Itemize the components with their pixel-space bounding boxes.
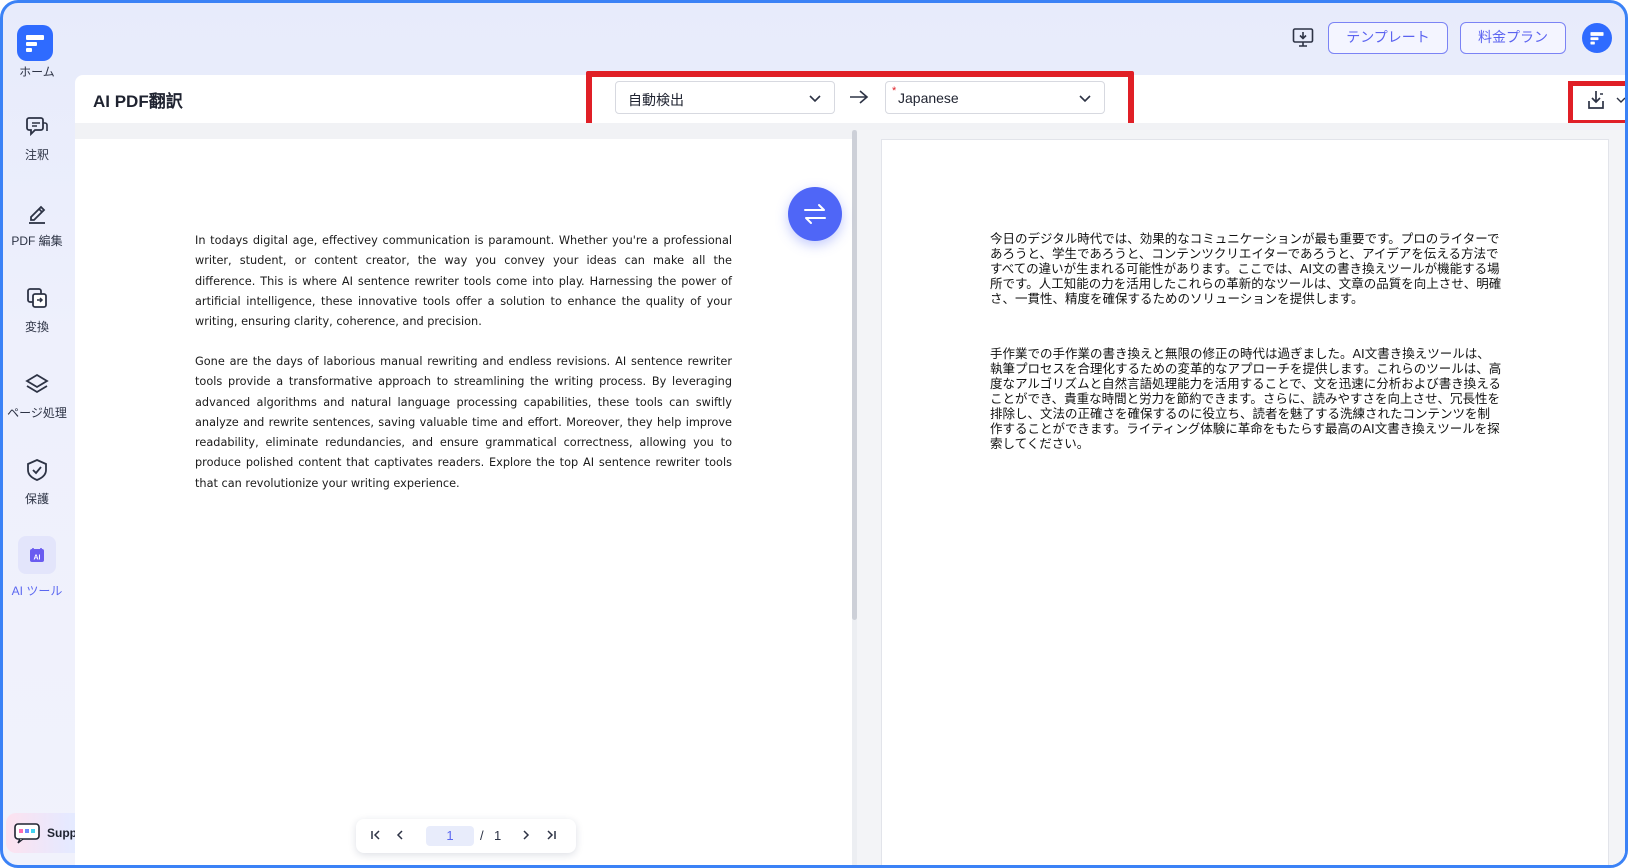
sidebar-item-label: 変換 bbox=[24, 320, 49, 334]
page-separator: / bbox=[480, 828, 484, 843]
layers-icon bbox=[25, 373, 49, 394]
source-paragraph: In todays digital age, effectivey commun… bbox=[195, 234, 732, 329]
download-chevron-icon[interactable] bbox=[1616, 95, 1626, 105]
avatar[interactable] bbox=[1582, 23, 1612, 53]
logo-icon bbox=[26, 35, 44, 52]
last-page-icon[interactable] bbox=[545, 829, 557, 841]
swap-icon bbox=[804, 204, 826, 224]
sidebar-item-ai-tools[interactable]: AI AI ツール bbox=[3, 536, 71, 599]
page-title: AI PDF翻訳 bbox=[93, 92, 183, 111]
next-page-icon[interactable] bbox=[520, 829, 532, 841]
sidebar-item-page-processing[interactable]: ページ処理 bbox=[3, 370, 71, 421]
annotate-icon bbox=[26, 117, 48, 137]
source-paragraph: Gone are the days of laborious manual re… bbox=[195, 355, 732, 490]
translated-paragraph: 手作業での手作業の書き換えと無限の修正の時代は過ぎました。AI文書き換えツールは… bbox=[990, 346, 1502, 451]
user-logo-icon bbox=[1590, 32, 1604, 45]
svg-text:AI: AI bbox=[34, 555, 41, 562]
app-logo[interactable] bbox=[17, 25, 53, 61]
edit-pen-icon bbox=[29, 205, 46, 224]
convert-icon bbox=[27, 288, 47, 308]
download-icon[interactable] bbox=[1584, 88, 1608, 112]
pricing-button[interactable]: 料金プラン bbox=[1460, 22, 1566, 54]
total-pages: 1 bbox=[494, 828, 502, 843]
left-sidebar: ホーム 注釈 PDF 編集 変換 ページ処理 保護 AI AI ツール Supp… bbox=[3, 3, 108, 865]
swap-languages-button[interactable] bbox=[788, 187, 842, 241]
page-number-input[interactable]: 1 bbox=[426, 826, 474, 846]
prev-page-icon[interactable] bbox=[394, 829, 406, 841]
sidebar-item-label: PDF 編集 bbox=[11, 234, 63, 248]
sidebar-item-label: 注釈 bbox=[24, 148, 49, 162]
desktop-download-icon[interactable] bbox=[1292, 27, 1314, 49]
chat-support-icon bbox=[14, 823, 40, 844]
ai-tool-icon-box: AI bbox=[18, 536, 56, 574]
ai-tool-icon: AI bbox=[30, 548, 44, 562]
language-highlight-box bbox=[586, 71, 1134, 130]
first-page-icon[interactable] bbox=[370, 829, 382, 841]
template-button[interactable]: テンプレート bbox=[1328, 22, 1448, 54]
sidebar-item-label: AI ツール bbox=[11, 584, 63, 598]
sidebar-item-convert[interactable]: 変換 bbox=[3, 284, 71, 335]
sidebar-item-label: 保護 bbox=[24, 492, 49, 506]
home-label[interactable]: ホーム bbox=[3, 63, 71, 80]
translated-paragraph: 今日のデジタル時代では、効果的なコミュニケーションが最も重要です。プロのライター… bbox=[990, 231, 1502, 306]
sidebar-item-protect[interactable]: 保護 bbox=[3, 456, 71, 507]
sidebar-item-label: ページ処理 bbox=[7, 406, 67, 420]
app-window: ホーム 注釈 PDF 編集 変換 ページ処理 保護 AI AI ツール Supp… bbox=[0, 0, 1628, 868]
page-navigator: 1 / 1 bbox=[356, 819, 576, 853]
shield-check-icon bbox=[27, 459, 47, 481]
sidebar-item-annotate[interactable]: 注釈 bbox=[3, 112, 71, 163]
sidebar-item-pdf-edit[interactable]: PDF 編集 bbox=[3, 198, 71, 249]
